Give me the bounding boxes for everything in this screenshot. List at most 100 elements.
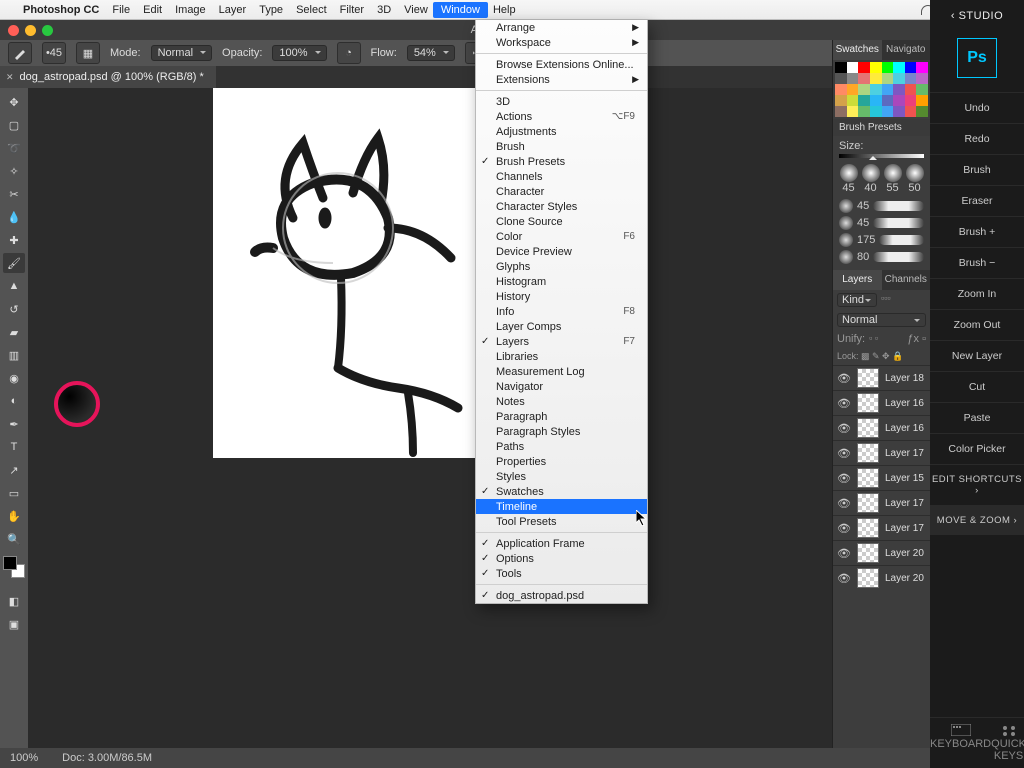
layer-kind-filter[interactable]: Kind bbox=[837, 293, 877, 307]
studio-brush-button[interactable]: Brush bbox=[930, 154, 1024, 185]
visibility-icon[interactable]: 👁 bbox=[837, 522, 851, 535]
menu-item-histogram[interactable]: Histogram bbox=[476, 274, 647, 289]
studio-eraser-button[interactable]: Eraser bbox=[930, 185, 1024, 216]
window-zoom[interactable] bbox=[42, 25, 53, 36]
swatch[interactable] bbox=[893, 84, 905, 95]
visibility-icon[interactable]: 👁 bbox=[837, 547, 851, 560]
menu-item-notes[interactable]: Notes bbox=[476, 394, 647, 409]
layer-blend-select[interactable]: Normal bbox=[837, 313, 926, 327]
swatch[interactable] bbox=[893, 106, 905, 117]
menu-item-measurement-log[interactable]: Measurement Log bbox=[476, 364, 647, 379]
menu-help[interactable]: Help bbox=[493, 4, 516, 16]
swatch[interactable] bbox=[893, 73, 905, 84]
layer-row[interactable]: 👁Layer 18 bbox=[833, 365, 930, 390]
quickkeys-button[interactable]: QUICK KEYS bbox=[991, 718, 1024, 768]
tab-layers[interactable]: Layers bbox=[833, 270, 882, 290]
menu-edit[interactable]: Edit bbox=[143, 4, 162, 16]
swatch[interactable] bbox=[835, 62, 847, 73]
menu-item-3d[interactable]: 3D bbox=[476, 94, 647, 109]
swatch[interactable] bbox=[835, 84, 847, 95]
keyboard-button[interactable]: KEYBOARD bbox=[930, 718, 991, 768]
menu-item-paragraph[interactable]: Paragraph bbox=[476, 409, 647, 424]
studio-back-button[interactable]: ‹ STUDIO bbox=[951, 0, 1003, 32]
swatch[interactable] bbox=[870, 95, 882, 106]
menu-item-extensions[interactable]: Extensions ▶ bbox=[476, 72, 647, 87]
menu-image[interactable]: Image bbox=[175, 4, 206, 16]
swatch[interactable] bbox=[916, 73, 928, 84]
menu-file[interactable]: File bbox=[112, 4, 130, 16]
menu-item-brush[interactable]: Brush bbox=[476, 139, 647, 154]
swatch[interactable] bbox=[905, 95, 917, 106]
path-tool-icon[interactable]: ↗ bbox=[3, 460, 25, 480]
brush-size-slider[interactable] bbox=[839, 154, 924, 158]
visibility-icon[interactable]: 👁 bbox=[837, 372, 851, 385]
brush-thumb[interactable]: 40 bbox=[861, 164, 880, 194]
swatch[interactable] bbox=[835, 95, 847, 106]
menu-view[interactable]: View bbox=[404, 4, 428, 16]
swatch[interactable] bbox=[847, 106, 859, 117]
swatch[interactable] bbox=[882, 62, 894, 73]
swatch[interactable] bbox=[835, 73, 847, 84]
color-swatch[interactable] bbox=[3, 556, 25, 578]
document-tab[interactable]: ✕ dog_astropad.psd @ 100% (RGB/8) * bbox=[0, 66, 216, 88]
swatch[interactable] bbox=[858, 62, 870, 73]
menu-item-actions[interactable]: Actions ⌥F9 bbox=[476, 109, 647, 124]
menu-item-character[interactable]: Character bbox=[476, 184, 647, 199]
studio-cut-button[interactable]: Cut bbox=[930, 371, 1024, 402]
hand-tool-icon[interactable]: ✋ bbox=[3, 506, 25, 526]
swatch[interactable] bbox=[916, 62, 928, 73]
swatch[interactable] bbox=[905, 73, 917, 84]
swatch[interactable] bbox=[847, 73, 859, 84]
menu-item-brush-presets[interactable]: ✓ Brush Presets bbox=[476, 154, 647, 169]
layer-thumb[interactable] bbox=[857, 393, 879, 413]
menu-item-paragraph-styles[interactable]: Paragraph Styles bbox=[476, 424, 647, 439]
menu-item-navigator[interactable]: Navigator bbox=[476, 379, 647, 394]
visibility-icon[interactable]: 👁 bbox=[837, 572, 851, 585]
swatch[interactable] bbox=[882, 95, 894, 106]
menu-item-adjustments[interactable]: Adjustments bbox=[476, 124, 647, 139]
menu-item-character-styles[interactable]: Character Styles bbox=[476, 199, 647, 214]
menu-item-workspace[interactable]: Workspace ▶ bbox=[476, 35, 647, 50]
layer-lock-row[interactable]: Lock: ▩ ✎ ✥ 🔒 bbox=[833, 348, 930, 365]
canvas[interactable] bbox=[213, 88, 477, 458]
screenmode-icon[interactable]: ▣ bbox=[3, 614, 25, 634]
menu-item-channels[interactable]: Channels bbox=[476, 169, 647, 184]
lasso-tool-icon[interactable]: ➰ bbox=[3, 138, 25, 158]
menu-item-timeline[interactable]: Timeline bbox=[476, 499, 647, 514]
gradient-tool-icon[interactable]: ▥ bbox=[3, 345, 25, 365]
move-zoom-button[interactable]: MOVE & ZOOM › bbox=[930, 505, 1024, 535]
brush-tool-icon[interactable] bbox=[8, 42, 32, 64]
brush-list-item[interactable]: 80 bbox=[839, 249, 924, 265]
visibility-icon[interactable]: 👁 bbox=[837, 422, 851, 435]
menubar-app[interactable]: Photoshop CC bbox=[23, 4, 99, 16]
shape-tool-icon[interactable]: ▭ bbox=[3, 483, 25, 503]
brush-list-item[interactable]: 175 bbox=[839, 232, 924, 248]
eyedropper-tool-icon[interactable]: 💧 bbox=[3, 207, 25, 227]
menu-select[interactable]: Select bbox=[296, 4, 327, 16]
pen-tool-icon[interactable]: ✒ bbox=[3, 414, 25, 434]
layer-thumb[interactable] bbox=[857, 368, 879, 388]
menu-item-device-preview[interactable]: Device Preview bbox=[476, 244, 647, 259]
menu-item-color[interactable]: Color F6 bbox=[476, 229, 647, 244]
studio-zoom in-button[interactable]: Zoom In bbox=[930, 278, 1024, 309]
swatch[interactable] bbox=[893, 62, 905, 73]
swatch[interactable] bbox=[870, 73, 882, 84]
swatch[interactable] bbox=[882, 106, 894, 117]
swatch[interactable] bbox=[858, 106, 870, 117]
layer-thumb[interactable] bbox=[857, 543, 879, 563]
layer-row[interactable]: 👁Layer 17 bbox=[833, 440, 930, 465]
brush-thumb[interactable]: 55 bbox=[883, 164, 902, 194]
menu-filter[interactable]: Filter bbox=[340, 4, 364, 16]
menu-item-layers[interactable]: ✓ Layers F7 bbox=[476, 334, 647, 349]
brush-tool-icon[interactable]: 🖌 bbox=[3, 253, 25, 273]
studio-redo-button[interactable]: Redo bbox=[930, 123, 1024, 154]
menu-item-layer-comps[interactable]: Layer Comps bbox=[476, 319, 647, 334]
zoom-tool-icon[interactable]: 🔍 bbox=[3, 529, 25, 549]
layer-thumb[interactable] bbox=[857, 493, 879, 513]
menu-item-application-frame[interactable]: ✓ Application Frame bbox=[476, 536, 647, 551]
photoshop-logo-icon[interactable]: Ps bbox=[957, 38, 997, 78]
layer-thumb[interactable] bbox=[857, 443, 879, 463]
swatch[interactable] bbox=[870, 106, 882, 117]
studio-color picker-button[interactable]: Color Picker bbox=[930, 433, 1024, 464]
brush-panel-toggle-icon[interactable]: ▦ bbox=[76, 42, 100, 64]
